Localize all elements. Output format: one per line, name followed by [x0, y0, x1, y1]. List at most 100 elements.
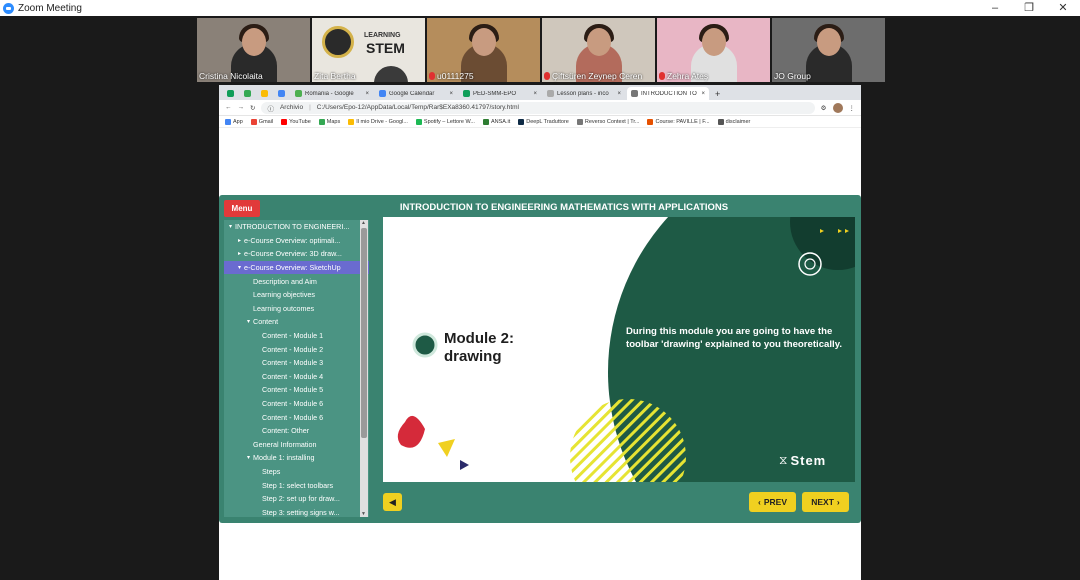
outline-item[interactable]: ▾ Module 1: installing	[224, 451, 369, 465]
stem-brand: ⧖ Stem	[779, 453, 826, 468]
forward-icon[interactable]: →	[238, 104, 245, 111]
outline-scrollbar[interactable]: ▲ ▼	[360, 220, 368, 517]
speaker-icon: ◀	[389, 496, 396, 507]
menu-button[interactable]: Menu	[224, 200, 260, 217]
module-description: During this module you are going to have…	[626, 326, 843, 350]
participant-name-text: Zita Bertha	[314, 71, 356, 81]
participant-name-text: Cristina Nicolaita	[199, 71, 263, 81]
outline-item[interactable]: Step 2: set up for draw...	[224, 492, 369, 506]
bookmark-item[interactable]: Maps	[318, 118, 340, 125]
outline-item[interactable]: ▾ e-Course Overview: SketchUp	[224, 260, 369, 275]
bookmark-label: Gmail	[258, 118, 274, 125]
outline-item-label: Content - Module 3	[262, 358, 324, 368]
outline-item[interactable]: Content - Module 6	[224, 397, 369, 411]
browser-tab[interactable]: Lesson plans - inco ×	[543, 87, 625, 100]
outline-item[interactable]: ▸ e-Course Overview: optimali...	[224, 234, 369, 248]
profile-avatar[interactable]	[832, 102, 843, 113]
tab-label: Lesson plans - inco	[557, 90, 609, 97]
participant-tile[interactable]: Cristina Nicolaita	[197, 18, 310, 82]
bookmark-item[interactable]: Il mio Drive - Googl...	[348, 118, 408, 125]
muted-mic-icon	[659, 72, 665, 80]
yellow-triangle	[438, 439, 455, 457]
bookmark-item[interactable]: ANSA.it	[482, 118, 510, 125]
chevron-left-icon: ‹	[758, 497, 761, 507]
tab-favicon-icon	[295, 90, 302, 97]
menu-kebab-icon[interactable]: ⋮	[849, 104, 856, 112]
close-icon[interactable]: ✕	[1046, 0, 1080, 16]
sound-button[interactable]: ◀	[383, 493, 402, 511]
outline-arrow-icon: ▾	[237, 265, 241, 272]
tab-extension-3[interactable]	[257, 87, 272, 100]
bookmark-item[interactable]: disclaimer	[717, 118, 750, 125]
tab-close-icon[interactable]: ×	[533, 91, 537, 97]
outline-item[interactable]: Content: Other	[224, 424, 369, 438]
outline-item-label: e-Course Overview: optimali...	[244, 235, 341, 245]
participant-tile[interactable]: JO Group	[772, 18, 885, 82]
outline-item[interactable]: Content - Module 6	[224, 410, 369, 424]
tab-extension-4[interactable]	[274, 87, 289, 100]
outline-item-label: INTRODUCTION TO ENGINEERI...	[235, 222, 350, 232]
tab-close-icon[interactable]: ×	[701, 91, 705, 97]
bookmark-item[interactable]: DeepL Traduttore	[518, 118, 569, 125]
tab-close-icon[interactable]: ×	[365, 91, 369, 97]
participant-name: Zehra Ateş	[659, 71, 708, 81]
browser-tab[interactable]: Google Calendar ×	[375, 87, 457, 100]
participant-tile[interactable]: LEARNING STEM Zita Bertha	[312, 18, 425, 82]
tab-close-icon[interactable]: ×	[617, 91, 621, 97]
outline-item[interactable]: Step 1: select toolbars	[224, 478, 369, 492]
tab-extension-2[interactable]	[240, 87, 255, 100]
bookmark-item[interactable]: YouTube	[281, 118, 311, 125]
minimize-icon[interactable]: –	[978, 0, 1012, 16]
next-button[interactable]: NEXT ›	[802, 492, 849, 512]
bookmark-label: YouTube	[289, 118, 311, 125]
outline-item[interactable]: Content - Module 3	[224, 356, 369, 370]
brand-text: Stem	[790, 453, 827, 468]
outline-item[interactable]: Content - Module 2	[224, 342, 369, 356]
participant-tile[interactable]: Zehra Ateş	[657, 18, 770, 82]
bookmark-item[interactable]: Spotify – Lettore W...	[415, 118, 475, 125]
participant-body	[374, 66, 409, 82]
outline-item[interactable]: Learning outcomes	[224, 302, 369, 316]
outline-item[interactable]: ▸ e-Course Overview: 3D draw...	[224, 247, 369, 261]
reload-icon[interactable]: ↻	[250, 104, 255, 112]
browser-tab[interactable]: Romania - Google ×	[291, 87, 373, 100]
participant-tile[interactable]: u0111275	[427, 18, 540, 82]
outline-item[interactable]: Content - Module 1	[224, 329, 369, 343]
restore-icon[interactable]: ❐	[1012, 0, 1046, 16]
scroll-up-icon[interactable]: ▲	[361, 220, 366, 226]
outline-item[interactable]: ▾ INTRODUCTION TO ENGINEERI...	[224, 220, 369, 234]
muted-mic-icon	[544, 72, 550, 80]
prev-button[interactable]: ‹ PREV	[749, 492, 796, 512]
url-field[interactable]: ⓘ Archivio | C:/Users/Epo-12/AppData/Loc…	[261, 101, 815, 114]
outline-item[interactable]: General Information	[224, 438, 369, 452]
info-icon: ⓘ	[267, 105, 274, 113]
scrollbar-thumb[interactable]	[361, 228, 367, 438]
bookmark-item[interactable]: Gmail	[250, 118, 274, 125]
outline-item[interactable]: Content - Module 5	[224, 383, 369, 397]
bookmark-item[interactable]: App	[225, 118, 243, 125]
bookmark-favicon-icon	[647, 118, 654, 125]
bookmark-label: Spotify – Lettore W...	[423, 118, 475, 125]
outline-item[interactable]: Description and Aim	[224, 274, 369, 288]
scroll-down-icon[interactable]: ▼	[361, 511, 366, 517]
outline-item[interactable]: Steps	[224, 465, 369, 479]
participant-tile[interactable]: Çiftsüren Zeynep Ceren	[542, 18, 655, 82]
outline-item[interactable]: Content - Module 4	[224, 370, 369, 384]
outline-item[interactable]: ▾ Content	[224, 315, 369, 329]
module-title: Module 2: drawing	[444, 330, 514, 366]
tab-close-icon[interactable]: ×	[449, 91, 453, 97]
bookmark-item[interactable]: Course: PAVILLE | F...	[647, 118, 710, 125]
tab-extension-1[interactable]	[223, 87, 238, 100]
extensions-icon[interactable]: ⚙	[821, 104, 827, 112]
back-icon[interactable]: ←	[225, 104, 232, 111]
bookmark-label: Il mio Drive - Googl...	[356, 118, 408, 125]
outline-item[interactable]: Step 3: setting signs w...	[224, 505, 369, 517]
new-tab-button[interactable]: +	[711, 87, 724, 100]
bookmark-favicon-icon	[348, 118, 355, 125]
participant-gallery: Cristina Nicolaita LEARNING STEM Zita Berth…	[197, 18, 885, 82]
browser-tab[interactable]: PED-SMM-EPO ×	[459, 87, 541, 100]
browser-tab[interactable]: INTRODUCTION TO ×	[627, 87, 709, 100]
module-title-line1: Module 2:	[444, 330, 514, 347]
outline-item[interactable]: Learning objectives	[224, 288, 369, 302]
bookmark-item[interactable]: Reverso Context | Tr...	[576, 118, 639, 125]
